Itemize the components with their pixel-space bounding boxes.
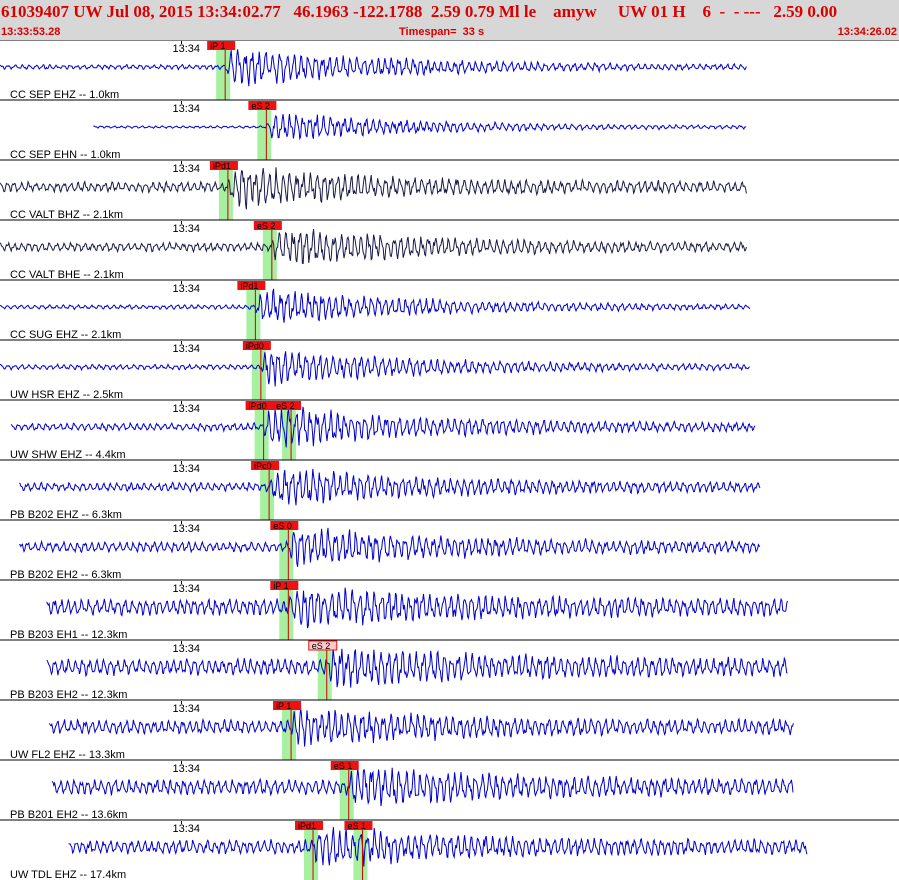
pick-label: eS 0 — [273, 521, 292, 531]
pick-label: eS 2 — [257, 221, 276, 231]
pick-label: eS 2 — [276, 401, 295, 411]
station-label: PB B203 EH2 -- 12.3km — [10, 689, 127, 701]
channel-row: 13:34 eS 1 PB B201 EH2 -- 13.6km — [0, 759, 899, 821]
waveform-trace — [0, 229, 747, 264]
pick-label: iPc0 — [254, 461, 272, 471]
window-start-time: 13:33:53.28 — [1, 26, 61, 38]
pick-label: iPd1 — [213, 161, 231, 171]
channel-row: 13:34 eS 2 PB B203 EH2 -- 12.3km — [0, 639, 899, 701]
station-label: UW TDL EHZ -- 17.4km — [10, 869, 126, 880]
channel-row: 13:34 eS 2 CC VALT BHE -- 2.1km — [0, 219, 899, 281]
station-label: UW FL2 EHZ -- 13.3km — [10, 749, 125, 761]
waveform-trace — [0, 167, 747, 210]
minute-marker: 13:34 — [173, 703, 201, 715]
waveform-trace — [51, 767, 794, 807]
minute-marker: 13:34 — [173, 223, 201, 235]
event-header: 61039407 UW Jul 08, 2015 13:34:02.77 46.… — [0, 0, 899, 40]
minute-marker: 13:34 — [173, 343, 201, 355]
channel-row: 13:34 iP 1 CC SEP EHZ -- 1.0km — [0, 40, 899, 101]
station-label: UW HSR EHZ -- 2.5km — [10, 389, 123, 401]
pick-label: iP 1 — [210, 41, 225, 51]
waveform-trace — [19, 527, 761, 567]
channel-row: 13:34 iP 1 PB B203 EH1 -- 12.3km — [0, 579, 899, 641]
pick-label: iPd0 — [249, 401, 267, 411]
station-label: CC SEP EHZ -- 1.0km — [10, 89, 119, 101]
channel-row: 13:34 iPd1 CC SUG EHZ -- 2.1km — [0, 279, 899, 341]
pick-label: eS 2 — [312, 641, 331, 651]
waveform-trace — [10, 406, 756, 448]
station-label: CC SEP EHN -- 1.0km — [10, 149, 120, 161]
pick-label: iPd1 — [240, 281, 258, 291]
channel-row: 13:34 iPd0 UW HSR EHZ -- 2.5km — [0, 339, 899, 401]
pick-label: eS 1 — [347, 821, 366, 831]
timespan-label: Timespan= 33 s — [399, 26, 485, 38]
waveform-trace — [0, 351, 750, 387]
station-label: PB B203 EH1 -- 12.3km — [10, 629, 127, 641]
waveform-trace — [0, 49, 747, 87]
station-label: PB B202 EH2 -- 6.3km — [10, 569, 121, 581]
minute-marker: 13:34 — [173, 583, 201, 595]
station-label: UW SHW EHZ -- 4.4km — [10, 449, 126, 461]
minute-marker: 13:34 — [173, 463, 201, 475]
seismogram-panel: 13:34 iP 1 CC SEP EHZ -- 1.0km 13:34 eS 2 CC … — [0, 40, 899, 880]
minute-marker: 13:34 — [173, 523, 201, 535]
minute-marker: 13:34 — [173, 43, 201, 55]
waveform-trace — [19, 468, 761, 506]
pick-label: iP 1 — [273, 581, 288, 591]
channel-row: 13:34 iPd1 CC VALT BHZ -- 2.1km — [0, 159, 899, 221]
channel-row: 13:34 eS 2 CC SEP EHN -- 1.0km — [0, 99, 899, 161]
station-label: PB B201 EH2 -- 13.6km — [10, 809, 127, 821]
minute-marker: 13:34 — [173, 763, 201, 775]
waveform-trace — [48, 708, 794, 747]
minute-marker: 13:34 — [173, 823, 201, 835]
station-label: PB B202 EHZ -- 6.3km — [10, 509, 122, 521]
minute-marker: 13:34 — [173, 103, 201, 115]
waveform-trace — [93, 113, 747, 141]
minute-marker: 13:34 — [173, 643, 201, 655]
station-label: CC VALT BHE -- 2.1km — [10, 269, 124, 281]
channel-row: 13:34 iPd1 eS 1 UW TDL EHZ -- 17.4km — [0, 819, 899, 880]
station-label: CC SUG EHZ -- 2.1km — [10, 329, 121, 341]
station-label: CC VALT BHZ -- 2.1km — [10, 209, 123, 221]
pick-label: eS 2 — [251, 101, 270, 111]
waveform-trace — [46, 647, 788, 688]
minute-marker: 13:34 — [173, 283, 201, 295]
channel-row: 13:34 iPd0 eS 2 UW SHW EHZ -- 4.4km — [0, 399, 899, 461]
pick-label: eS 1 — [334, 761, 353, 771]
minute-marker: 13:34 — [173, 163, 201, 175]
pick-label: iPd1 — [298, 821, 316, 831]
channel-row: 13:34 eS 0 PB B202 EH2 -- 6.3km — [0, 519, 899, 581]
channel-row: 13:34 iP 1 UW FL2 EHZ -- 13.3km — [0, 699, 899, 761]
pick-label: iPd0 — [246, 341, 264, 351]
window-end-time: 13:34:26.02 — [837, 26, 897, 38]
channel-row: 13:34 iPc0 PB B202 EHZ -- 6.3km — [0, 459, 899, 521]
waveform-trace — [46, 587, 788, 629]
pick-label: iP 1 — [276, 701, 291, 711]
waveform-trace — [0, 288, 751, 323]
event-summary-line: 61039407 UW Jul 08, 2015 13:34:02.77 46.… — [1, 2, 838, 21]
minute-marker: 13:34 — [173, 403, 201, 415]
